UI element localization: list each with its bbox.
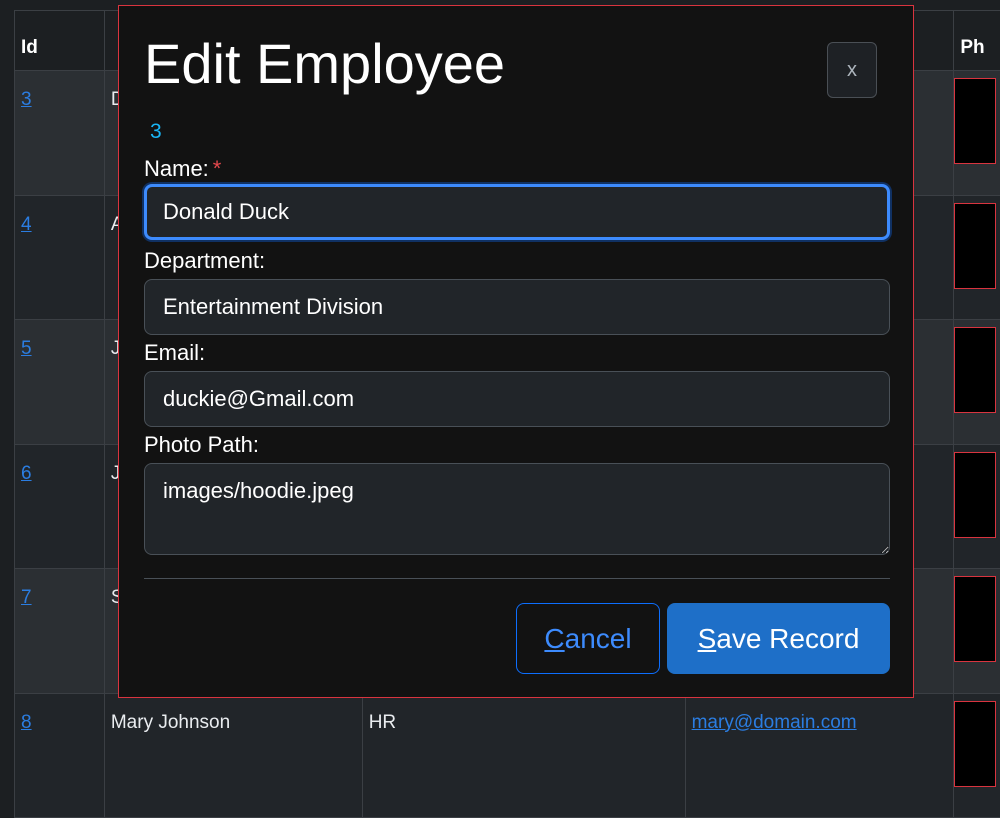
cancel-button[interactable]: Cancel <box>516 603 660 674</box>
employee-id-link[interactable]: 6 <box>21 463 32 484</box>
save-record-button[interactable]: Save Record <box>667 603 890 674</box>
footer-divider <box>144 578 890 579</box>
photo-cell <box>954 71 1000 196</box>
employee-id-link[interactable]: 7 <box>21 587 32 608</box>
id-cell: 5 <box>15 320 105 445</box>
photo-cell <box>954 320 1000 445</box>
name-cell: Mary Johnson <box>104 693 362 818</box>
email-cell: mary@domain.com <box>685 693 954 818</box>
id-cell: 4 <box>15 195 105 320</box>
column-header-id: Id <box>15 11 105 71</box>
name-input[interactable] <box>144 184 890 240</box>
cancel-button-label: Cancel <box>544 623 631 655</box>
photo-cell <box>954 693 1000 818</box>
department-label: Department: <box>144 248 265 274</box>
id-cell: 3 <box>15 71 105 196</box>
table-row: 8 Mary Johnson HR mary@domain.com <box>15 693 1000 818</box>
email-input[interactable] <box>144 371 890 427</box>
column-header-photo: Ph <box>954 11 1000 71</box>
name-label: Name:* <box>144 156 221 182</box>
id-cell: 6 <box>15 444 105 569</box>
photo-thumbnail <box>954 203 996 289</box>
id-cell: 7 <box>15 569 105 694</box>
required-marker: * <box>213 156 222 181</box>
photo-cell <box>954 569 1000 694</box>
email-label: Email: <box>144 340 205 366</box>
employee-id-link[interactable]: 5 <box>21 338 32 359</box>
email-link[interactable]: mary@domain.com <box>692 712 857 733</box>
photo-thumbnail <box>954 452 996 538</box>
close-button[interactable]: x <box>827 42 877 98</box>
photo-thumbnail <box>954 701 996 787</box>
employee-id-link[interactable]: 8 <box>21 712 32 733</box>
name-label-text: Name: <box>144 156 209 181</box>
edit-employee-modal: Edit Employee x 3 Name:* Department: Ema… <box>118 5 914 698</box>
department-input[interactable] <box>144 279 890 335</box>
record-id: 3 <box>150 120 162 144</box>
employee-id-link[interactable]: 4 <box>21 214 32 235</box>
photo-path-label: Photo Path: <box>144 432 259 458</box>
department-cell: HR <box>362 693 685 818</box>
id-cell: 8 <box>15 693 105 818</box>
photo-thumbnail <box>954 327 996 413</box>
modal-title: Edit Employee <box>144 36 505 92</box>
employee-id-link[interactable]: 3 <box>21 89 32 110</box>
photo-cell <box>954 444 1000 569</box>
photo-path-textarea[interactable]: images/hoodie.jpeg <box>144 463 890 555</box>
photo-thumbnail <box>954 78 996 164</box>
photo-cell <box>954 195 1000 320</box>
save-button-label: Save Record <box>698 623 860 655</box>
photo-thumbnail <box>954 576 996 662</box>
